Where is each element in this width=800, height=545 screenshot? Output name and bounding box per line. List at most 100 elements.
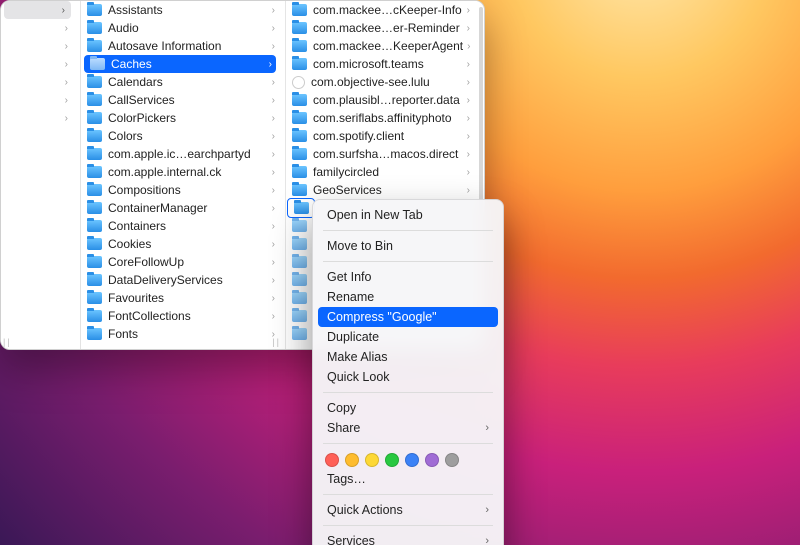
chevron-right-icon: ›	[485, 422, 489, 434]
chevron-right-icon: ›	[268, 221, 275, 232]
folder-row[interactable]: FontCollections›	[81, 307, 279, 325]
context-menu-item[interactable]: Make Alias	[313, 347, 503, 367]
tag-color-dot[interactable]	[405, 453, 419, 467]
folder-row[interactable]: ColorPickers ›	[81, 109, 279, 127]
folder-row[interactable]: com.plausibl…reporter.data›	[286, 91, 474, 109]
column-resize-handle[interactable]: ||	[3, 337, 12, 347]
chevron-right-icon: ›	[268, 311, 275, 322]
folder-row[interactable]: Colors ›	[81, 127, 279, 145]
folder-icon	[87, 166, 102, 178]
context-menu-item[interactable]: Duplicate	[313, 327, 503, 347]
context-menu-item[interactable]: Rename	[313, 287, 503, 307]
folder-icon	[87, 238, 102, 250]
folder-icon	[87, 94, 102, 106]
folder-row[interactable]: com.mackee…cKeeper-Info›	[286, 1, 474, 19]
context-menu-item-label: Quick Actions	[327, 503, 403, 517]
folder-row[interactable]: com.mackee…er-Reminder›	[286, 19, 474, 37]
chevron-right-icon: ›	[463, 23, 470, 34]
context-menu-item-label: Tags…	[327, 472, 366, 486]
folder-label: Autosave Information	[108, 39, 221, 53]
column-resize-handle[interactable]: ||	[272, 337, 281, 347]
list-item[interactable]: ›	[1, 55, 74, 73]
context-menu-item[interactable]: Move to Bin	[313, 236, 503, 256]
folder-row[interactable]: com.microsoft.teams›	[286, 55, 474, 73]
folder-row[interactable]: com.objective-see.lulu›	[286, 73, 474, 91]
context-menu-item[interactable]: Share ›	[313, 418, 503, 438]
list-item[interactable]: ›	[1, 109, 74, 127]
folder-row[interactable]: com.mackee…KeeperAgent›	[286, 37, 474, 55]
tag-color-dot[interactable]	[345, 453, 359, 467]
folder-row[interactable]: Assistants›	[81, 1, 279, 19]
folder-row[interactable]: Calendars›	[81, 73, 279, 91]
folder-label: com.apple.ic…earchpartyd	[108, 147, 251, 161]
folder-row[interactable]: DataDeliveryServices›	[81, 271, 279, 289]
chevron-right-icon: ›	[268, 185, 275, 196]
tag-color-dot[interactable]	[385, 453, 399, 467]
folder-row[interactable]: CallServices›	[81, 91, 279, 109]
chevron-right-icon: ›	[268, 131, 275, 142]
folder-icon	[87, 40, 102, 52]
folder-label: Favourites	[108, 291, 164, 305]
folder-row[interactable]: CoreFollowUp›	[81, 253, 279, 271]
folder-icon	[87, 4, 102, 16]
folder-row[interactable]: com.seriflabs.affinityphoto›	[286, 109, 474, 127]
context-menu-item[interactable]: Services›	[313, 531, 503, 545]
context-menu-item[interactable]: Copy	[313, 398, 503, 418]
tag-color-dot[interactable]	[325, 453, 339, 467]
folder-icon	[292, 94, 307, 106]
tag-color-dot[interactable]	[425, 453, 439, 467]
folder-icon	[90, 58, 105, 70]
folder-label: ColorPickers	[108, 111, 176, 125]
list-item[interactable]: ›	[1, 19, 74, 37]
context-menu-item[interactable]: Open in New Tab	[313, 205, 503, 225]
folder-row[interactable]: ContainerManager›	[81, 199, 279, 217]
context-menu-item[interactable]: Quick Look	[313, 367, 503, 387]
folder-label: com.apple.internal.ck	[108, 165, 221, 179]
folder-row[interactable]: familycircled›	[286, 163, 474, 181]
context-menu-item-label: Rename	[327, 290, 374, 304]
folder-row[interactable]	[288, 199, 314, 217]
context-menu-item-label: Compress "Google"	[327, 310, 437, 324]
chevron-right-icon: ›	[65, 95, 68, 106]
folder-icon	[292, 328, 307, 340]
folder-icon	[87, 184, 102, 196]
chevron-right-icon: ›	[62, 5, 65, 16]
folder-row[interactable]: Caches›	[84, 55, 276, 73]
folder-row[interactable]: Audio›	[81, 19, 279, 37]
context-menu-item-label: Share	[327, 421, 360, 435]
chevron-right-icon: ›	[463, 149, 470, 160]
tag-color-dot[interactable]	[445, 453, 459, 467]
folder-icon	[87, 202, 102, 214]
chevron-right-icon: ›	[268, 113, 275, 124]
folder-label: CoreFollowUp	[108, 255, 184, 269]
list-item[interactable]: ›	[1, 37, 74, 55]
context-menu-item[interactable]: Tags…	[313, 469, 503, 489]
context-menu-item[interactable]: Get Info	[313, 267, 503, 287]
folder-row[interactable]: com.apple.internal.ck›	[81, 163, 279, 181]
folder-icon	[87, 328, 102, 340]
tag-color-dot[interactable]	[365, 453, 379, 467]
context-menu-item[interactable]: Quick Actions›	[313, 500, 503, 520]
folder-row[interactable]: com.spotify.client›	[286, 127, 474, 145]
folder-row[interactable]: Compositions›	[81, 181, 279, 199]
folder-row[interactable]: Fonts›	[81, 325, 279, 343]
chevron-right-icon: ›	[268, 95, 275, 106]
folder-icon	[87, 310, 102, 322]
folder-row[interactable]: com.surfsha…macos.direct›	[286, 145, 474, 163]
folder-label: Colors	[108, 129, 143, 143]
chevron-right-icon: ›	[463, 167, 470, 178]
folder-row[interactable]: GeoServices›	[286, 181, 474, 199]
chevron-right-icon: ›	[65, 77, 68, 88]
folder-row[interactable]: com.apple.ic…earchpartyd›	[81, 145, 279, 163]
list-item[interactable]: ›	[1, 73, 74, 91]
list-item[interactable]: ›	[4, 1, 71, 19]
folder-row[interactable]: Favourites›	[81, 289, 279, 307]
folder-row[interactable]: Cookies›	[81, 235, 279, 253]
chevron-right-icon: ›	[463, 77, 470, 88]
list-item[interactable]: ›	[1, 91, 74, 109]
context-menu-item-label: Services	[327, 534, 375, 545]
context-menu-item[interactable]: Compress "Google"	[318, 307, 498, 327]
folder-row[interactable]: Autosave Information›	[81, 37, 279, 55]
folder-icon	[292, 58, 307, 70]
folder-row[interactable]: Containers›	[81, 217, 279, 235]
